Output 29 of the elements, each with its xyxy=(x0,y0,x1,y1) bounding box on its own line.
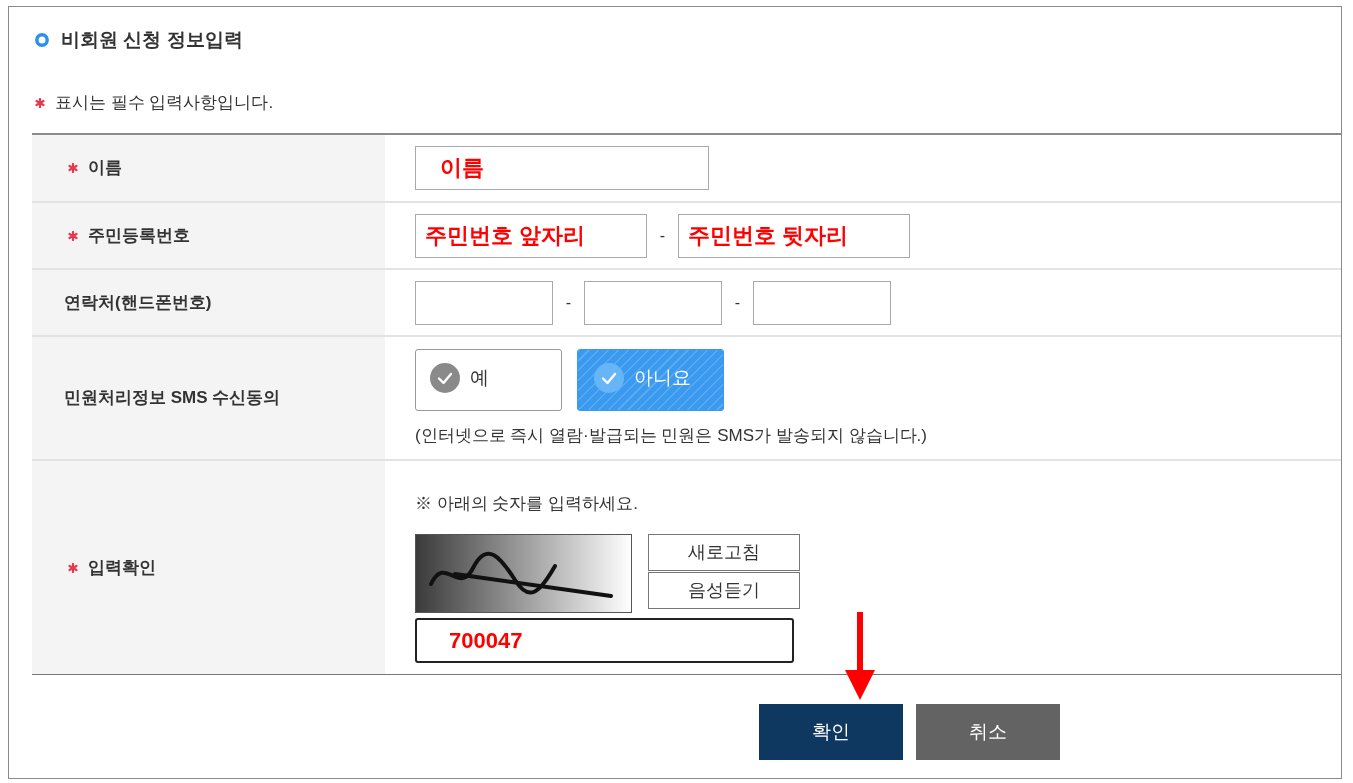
input-field[interactable] xyxy=(584,280,722,325)
captcha-input-field[interactable]: 700047 xyxy=(415,618,794,663)
ring-icon xyxy=(35,33,49,47)
field-label: 이름 xyxy=(88,157,122,180)
separator-text: - xyxy=(564,292,573,313)
option-button[interactable]: 예 xyxy=(415,349,562,411)
field-label: 주민등록번호 xyxy=(88,224,190,247)
input-field[interactable] xyxy=(415,280,553,325)
required-asterisk-icon xyxy=(35,98,45,108)
separator-text: - xyxy=(733,292,742,313)
captcha-action-button[interactable]: 음성듣기 xyxy=(648,572,800,609)
sms-note-text: (인터넷으로 즉시 열람·발급되는 민원은 SMS가 발송되지 않습니다.) xyxy=(415,425,928,447)
captcha-action-button[interactable]: 새로고침 xyxy=(648,534,800,571)
field-label: 연락처(핸드폰번호) xyxy=(64,291,212,314)
input-field[interactable]: 주민번호 뒷자리 xyxy=(678,213,910,258)
separator-text: - xyxy=(658,225,667,246)
check-icon xyxy=(430,363,460,393)
input-field[interactable] xyxy=(753,280,891,325)
check-icon xyxy=(594,363,624,393)
captcha-hint-text: ※ 아래의 숫자를 입력하세요. xyxy=(415,493,639,515)
field-label: 민원처리정보 SMS 수신동의 xyxy=(64,387,281,410)
input-field[interactable]: 이름 xyxy=(415,146,709,190)
section-title: 비회원 신청 정보입력 xyxy=(61,28,243,52)
input-field[interactable]: 주민번호 앞자리 xyxy=(415,213,647,258)
cancel-button[interactable]: 취소 xyxy=(916,704,1060,760)
field-label: 입력확인 xyxy=(88,556,156,579)
confirm-button[interactable]: 확인 xyxy=(759,704,903,760)
required-notice-text: 표시는 필수 입력사항입니다. xyxy=(55,92,274,115)
down-arrow-icon xyxy=(845,612,875,700)
